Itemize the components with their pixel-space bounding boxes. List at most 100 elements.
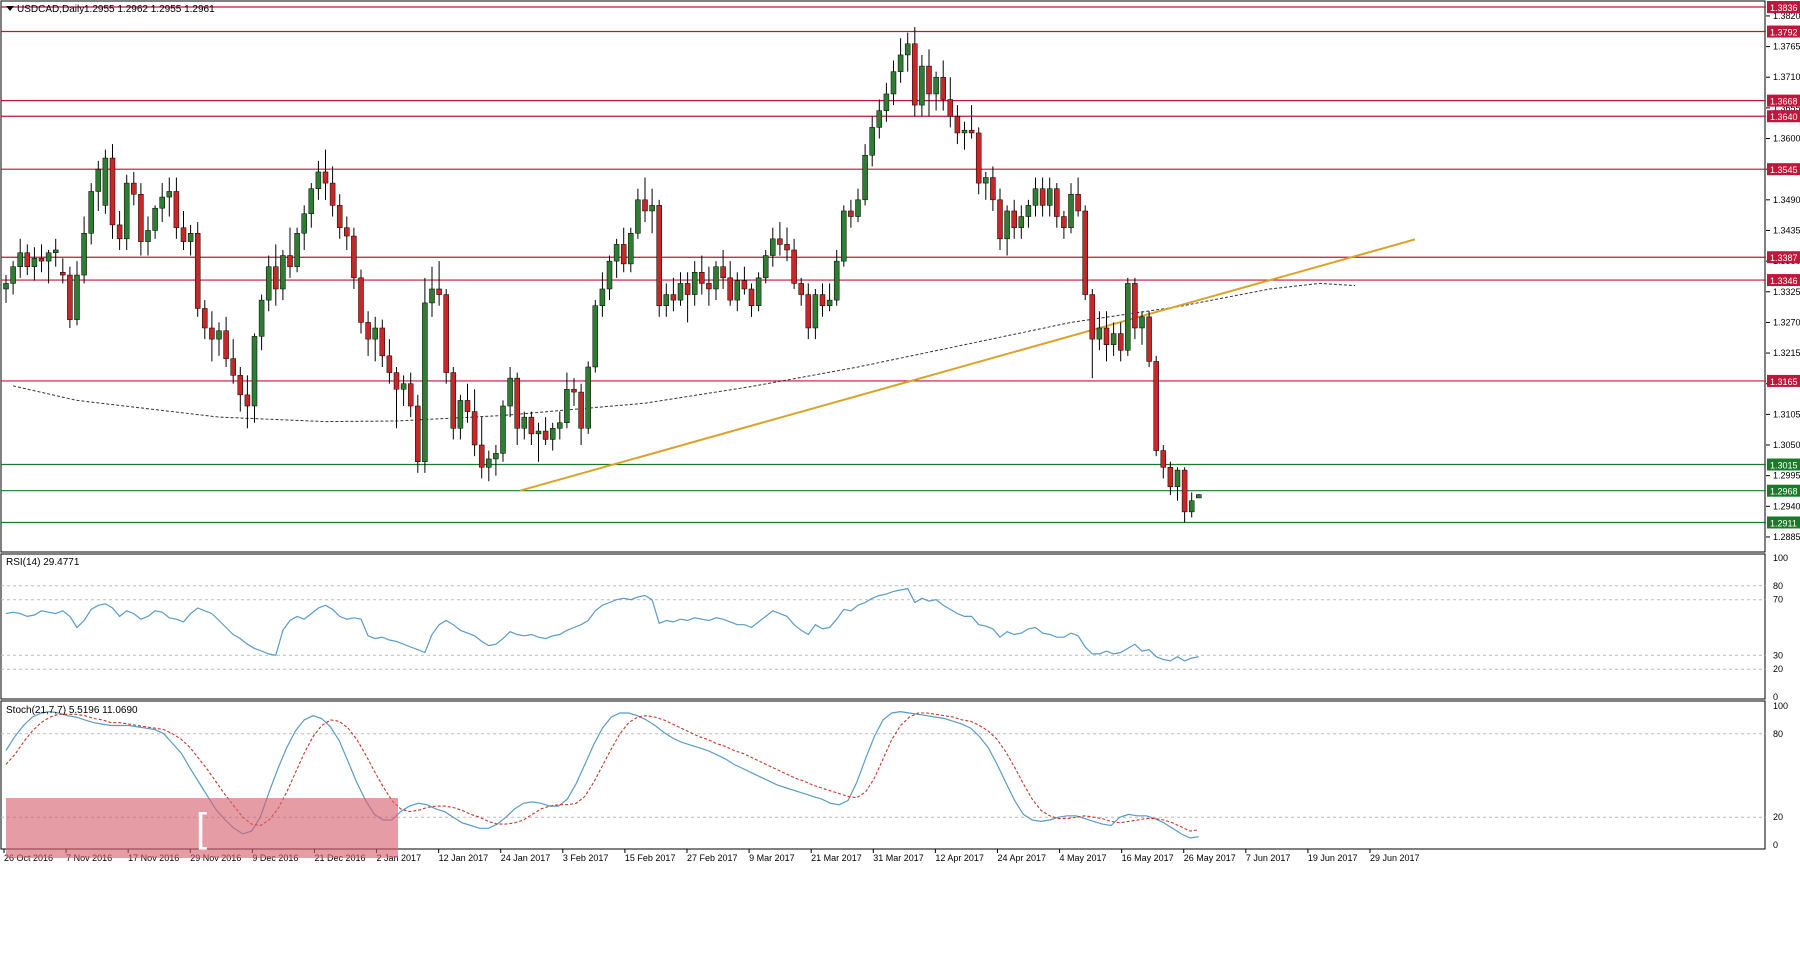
candle-body bbox=[1110, 333, 1117, 345]
candle-body bbox=[1025, 205, 1032, 217]
candle-body bbox=[1039, 188, 1046, 206]
candle-body bbox=[869, 127, 875, 156]
level-label: 1.2911 bbox=[1770, 518, 1797, 528]
candle-body bbox=[194, 233, 201, 309]
candle-body bbox=[975, 132, 982, 184]
candle-body bbox=[3, 283, 9, 290]
candle-body bbox=[919, 65, 925, 106]
rsi-panel: 100807030200 RSI(14) 29.4771 bbox=[0, 553, 1788, 702]
ohlc-header: 1.2955 1.2962 1.2955 1.2961 bbox=[84, 4, 215, 15]
candle-body bbox=[280, 255, 286, 290]
candle-body bbox=[514, 377, 520, 429]
candle-body bbox=[542, 430, 549, 440]
candle-body bbox=[833, 260, 840, 301]
candle-body bbox=[620, 244, 627, 265]
candle-body bbox=[464, 400, 471, 412]
candle-body bbox=[1196, 494, 1202, 499]
price-tick-label: 1.3325 bbox=[1773, 287, 1800, 297]
candle-body bbox=[1167, 467, 1174, 488]
candle-body bbox=[741, 280, 748, 290]
candle-body bbox=[81, 233, 87, 276]
candle-body bbox=[88, 191, 94, 234]
candle-body bbox=[940, 76, 946, 100]
candle-body bbox=[904, 43, 911, 56]
candle-body bbox=[826, 299, 833, 306]
rsi-tick-label: 20 bbox=[1773, 664, 1783, 674]
candle-body bbox=[358, 277, 364, 323]
time-tick-label: 31 Mar 2017 bbox=[873, 853, 924, 863]
candle-body bbox=[173, 191, 180, 228]
stoch-tick-label: 80 bbox=[1773, 729, 1783, 739]
stoch-tick-label: 0 bbox=[1773, 840, 1778, 850]
candle-body bbox=[1153, 361, 1159, 451]
level-label: 1.3836 bbox=[1770, 3, 1798, 13]
rsi-tick-label: 80 bbox=[1773, 581, 1783, 591]
candle-body bbox=[52, 249, 59, 254]
price-tick-label: 1.3105 bbox=[1773, 409, 1800, 419]
candle-body bbox=[1132, 283, 1138, 329]
candle-body bbox=[308, 188, 315, 215]
rsi-label: RSI(14) 29.4771 bbox=[6, 557, 80, 568]
time-tick-label: 24 Apr 2017 bbox=[997, 853, 1046, 863]
candle-body bbox=[897, 54, 904, 72]
candle-body bbox=[691, 272, 698, 295]
candle-body bbox=[1061, 216, 1067, 228]
candle-body bbox=[699, 272, 705, 284]
candle-body bbox=[507, 377, 513, 407]
price-tick-label: 1.2940 bbox=[1773, 501, 1800, 511]
time-tick-label: 9 Mar 2017 bbox=[749, 853, 795, 863]
candle-body bbox=[755, 277, 762, 306]
candle-body bbox=[990, 177, 996, 201]
candle-body bbox=[670, 294, 677, 301]
stoch-tick-label: 20 bbox=[1773, 812, 1783, 822]
candle-body bbox=[31, 258, 38, 267]
level-label: 1.3640 bbox=[1770, 112, 1798, 122]
candle-body bbox=[301, 213, 307, 234]
candle-body bbox=[393, 372, 400, 390]
candle-body bbox=[1082, 210, 1088, 295]
main-panel-frame bbox=[0, 0, 1766, 553]
candle-body bbox=[322, 171, 329, 184]
candle-body bbox=[968, 129, 975, 134]
candle-body bbox=[251, 336, 258, 407]
candle-body bbox=[571, 389, 577, 393]
level-label: 1.3165 bbox=[1770, 377, 1798, 387]
level-label: 1.3346 bbox=[1770, 276, 1798, 286]
candle-body bbox=[180, 227, 187, 242]
candle-body bbox=[912, 43, 918, 106]
price-tick-label: 1.2885 bbox=[1773, 532, 1800, 542]
candle-body bbox=[67, 274, 73, 320]
candle-body bbox=[344, 227, 350, 237]
time-tick-label: 27 Feb 2017 bbox=[687, 853, 738, 863]
candle-body bbox=[131, 182, 137, 195]
main-price-panel: 1.38201.37651.37101.36551.36001.35451.34… bbox=[0, 0, 1800, 553]
candle-body bbox=[365, 322, 371, 340]
candle-body bbox=[138, 193, 144, 242]
price-tick-label: 1.3600 bbox=[1773, 134, 1800, 144]
candle-body bbox=[1181, 469, 1188, 513]
candle-body bbox=[649, 205, 655, 212]
candle-body bbox=[961, 129, 968, 134]
price-tick-label: 1.3050 bbox=[1773, 440, 1800, 450]
candle-body bbox=[24, 252, 31, 267]
time-tick-label: 24 Jan 2017 bbox=[501, 853, 551, 863]
candle-body bbox=[613, 244, 620, 262]
candle-body bbox=[152, 207, 158, 231]
candle-body bbox=[1054, 188, 1060, 217]
candle-body bbox=[606, 260, 613, 290]
candle-body bbox=[713, 266, 719, 290]
candle-body bbox=[1011, 210, 1017, 228]
candle-body bbox=[1146, 316, 1152, 362]
stoch-tick-label: 100 bbox=[1773, 701, 1788, 711]
candle-body bbox=[478, 444, 485, 468]
price-chart[interactable]: 1.38201.37651.37101.36551.36001.35451.34… bbox=[0, 0, 1800, 868]
candle-body bbox=[564, 389, 570, 423]
candle-body bbox=[237, 375, 244, 396]
candle-body bbox=[443, 294, 449, 373]
candle-body bbox=[95, 168, 102, 192]
candle-body bbox=[116, 224, 123, 240]
candle-body bbox=[812, 294, 819, 329]
time-tick-label: 3 Feb 2017 bbox=[563, 853, 609, 863]
price-tick-label: 1.3270 bbox=[1773, 317, 1800, 327]
candle-body bbox=[422, 302, 428, 462]
